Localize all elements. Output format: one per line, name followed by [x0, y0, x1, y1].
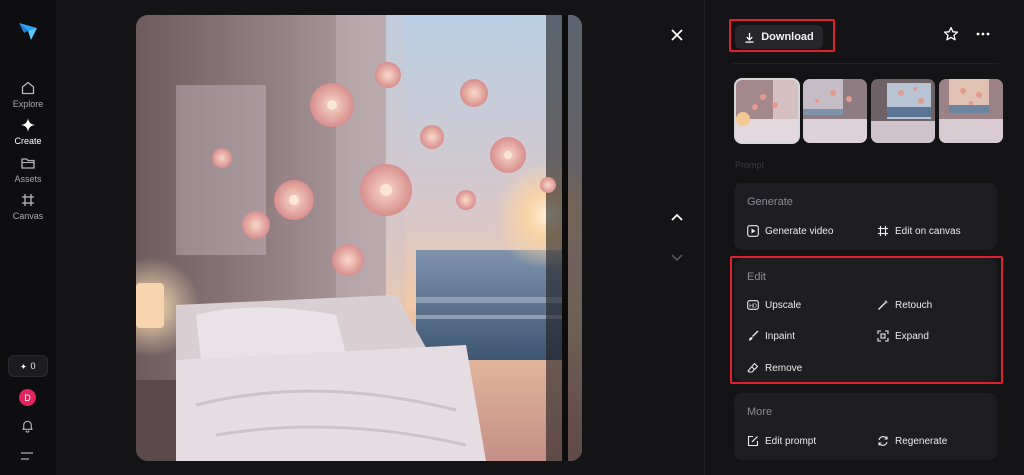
- more-title: More: [747, 406, 773, 418]
- chevron-down-icon[interactable]: [668, 248, 686, 266]
- edit-title: Edit: [747, 271, 766, 283]
- more-icon[interactable]: [975, 26, 991, 42]
- eraser-icon: [747, 362, 759, 373]
- generate-video-label: Generate video: [765, 225, 834, 237]
- download-label: Download: [761, 31, 814, 43]
- nav-item-canvas[interactable]: Canvas: [0, 192, 56, 221]
- download-highlight: Download: [729, 19, 835, 52]
- video-play-icon: [747, 225, 759, 237]
- frame-icon: [22, 194, 34, 206]
- upscale-label: Upscale: [765, 299, 802, 311]
- divider: [733, 63, 999, 64]
- thumbnail-strip: [734, 78, 1003, 144]
- remove-button[interactable]: Remove: [747, 362, 802, 374]
- bell-icon[interactable]: [20, 418, 35, 433]
- nav-label-create: Create: [14, 136, 42, 146]
- image-viewer: [56, 0, 704, 475]
- retouch-button[interactable]: Retouch: [877, 299, 932, 311]
- nav-label-explore: Explore: [12, 99, 44, 109]
- nav-item-assets[interactable]: Assets: [0, 155, 56, 184]
- edit-on-canvas-label: Edit on canvas: [895, 225, 961, 237]
- close-icon[interactable]: [668, 26, 686, 44]
- download-icon: [745, 32, 754, 43]
- remove-label: Remove: [765, 362, 803, 374]
- hd-icon: HD: [747, 300, 759, 310]
- thumbnail-2[interactable]: [803, 79, 867, 143]
- nav-item-explore[interactable]: Explore: [0, 80, 56, 109]
- home-icon: [21, 81, 35, 95]
- refresh-icon: [878, 436, 888, 446]
- generated-image[interactable]: [136, 15, 582, 461]
- edit-card: Edit HD Upscale Retouch Inpaint Expand R…: [734, 258, 997, 382]
- thumbnail-image: [735, 79, 799, 143]
- left-nav: Explore Create Assets Canvas 0 D: [0, 0, 56, 475]
- thumbnail-3[interactable]: [871, 79, 935, 143]
- star-icon[interactable]: [943, 26, 959, 42]
- edit-on-canvas-button[interactable]: Edit on canvas: [877, 225, 961, 237]
- generate-card: Generate Generate video Edit on canvas: [734, 183, 997, 250]
- download-button[interactable]: Download: [735, 25, 823, 49]
- brush-icon: [749, 330, 759, 341]
- nav-item-create[interactable]: Create: [0, 117, 56, 146]
- expand-button[interactable]: Expand: [877, 330, 929, 342]
- expand-icon: [877, 330, 889, 342]
- inpaint-button[interactable]: Inpaint: [747, 330, 795, 342]
- right-panel: Download Prompt Generate Generate video …: [704, 0, 1024, 475]
- folder-icon: [21, 158, 35, 169]
- chevron-up-icon[interactable]: [668, 208, 686, 226]
- retouch-label: Retouch: [895, 299, 933, 311]
- thumbnail-image: [803, 79, 867, 143]
- bedroom-flowers-image: [136, 15, 582, 461]
- logo-icon[interactable]: [17, 20, 39, 42]
- magic-wand-icon: [878, 299, 889, 310]
- prompt-label: Prompt: [735, 160, 765, 170]
- more-card: More Edit prompt Regenerate: [734, 393, 997, 460]
- edit-prompt-icon: [747, 435, 759, 447]
- thumbnail-1[interactable]: [734, 78, 800, 144]
- regenerate-label: Regenerate: [895, 435, 948, 447]
- expand-label: Expand: [895, 330, 929, 342]
- avatar[interactable]: D: [19, 389, 36, 406]
- sparkle-icon: [20, 362, 28, 370]
- edit-prompt-button[interactable]: Edit prompt: [747, 435, 816, 447]
- generate-video-button[interactable]: Generate video: [747, 225, 833, 237]
- sparkle-icon: [21, 118, 35, 132]
- nav-label-canvas: Canvas: [12, 211, 44, 221]
- upscale-button[interactable]: HD Upscale: [747, 299, 801, 311]
- thumbnail-image: [871, 79, 935, 143]
- thumbnail-image: [939, 79, 1003, 143]
- regenerate-button[interactable]: Regenerate: [877, 435, 947, 447]
- svg-text:HD: HD: [749, 303, 757, 309]
- frame-icon: [878, 226, 888, 236]
- app-window: Explore Create Assets Canvas 0 D Downloa…: [0, 0, 1024, 475]
- generate-title: Generate: [747, 196, 793, 208]
- thumbnail-4[interactable]: [939, 79, 1003, 143]
- edit-prompt-label: Edit prompt: [765, 435, 817, 447]
- inpaint-label: Inpaint: [765, 330, 796, 342]
- collapse-menu-icon[interactable]: [21, 451, 33, 461]
- credits-count: 0: [30, 361, 36, 371]
- nav-label-assets: Assets: [14, 174, 42, 184]
- credits-button[interactable]: 0: [8, 355, 48, 377]
